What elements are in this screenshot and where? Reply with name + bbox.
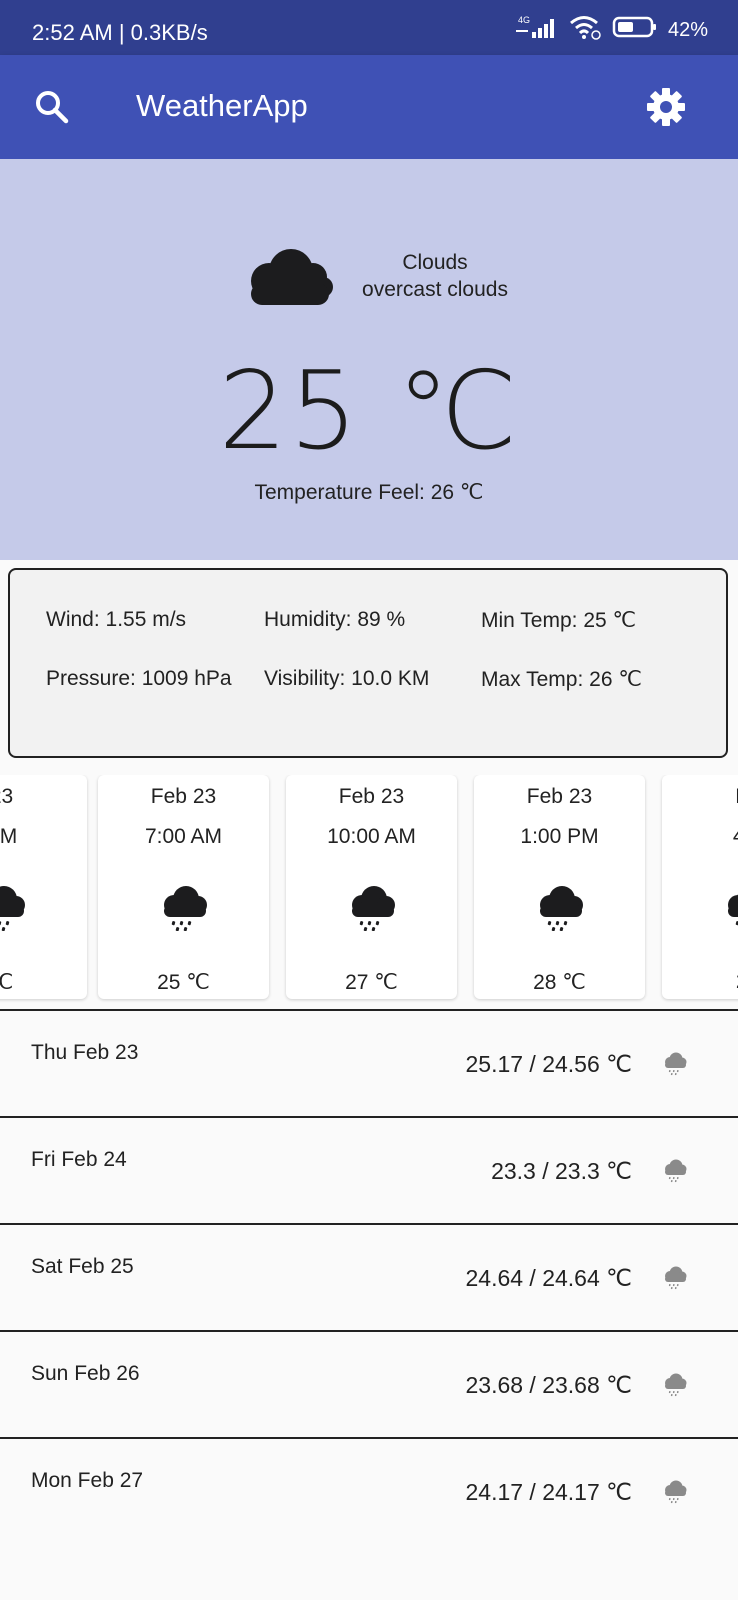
hourly-time: AM xyxy=(0,825,18,848)
hourly-temp: 27 ℃ xyxy=(345,971,398,994)
rain-cloud-icon xyxy=(662,1371,688,1397)
search-icon[interactable] xyxy=(34,89,70,125)
humidity-value: Humidity: 89 % xyxy=(264,608,406,631)
wind-value: Wind: 1.55 m/s xyxy=(46,608,187,631)
rain-cloud-icon xyxy=(346,883,398,932)
weather-summary: Clouds overcast clouds xyxy=(330,249,540,303)
hourly-card[interactable]: Feb 23 7:00 AM 25 ℃ xyxy=(98,775,269,999)
hourly-temp: 28 ℃ xyxy=(533,971,586,994)
daily-temp-range: 23.3 / 23.3 ℃ xyxy=(491,1158,632,1184)
weather-description: overcast clouds xyxy=(362,278,508,301)
daily-forecast-row[interactable]: Mon Feb 27 24.17 / 24.17 ℃ xyxy=(0,1437,738,1543)
app-title: WeatherApp xyxy=(136,88,308,123)
visibility-value: Visibility: 10.0 KM xyxy=(264,667,430,690)
hourly-card[interactable]: 23 AM ℃ xyxy=(0,775,87,999)
rain-cloud-icon xyxy=(662,1157,688,1183)
rain-cloud-icon xyxy=(158,883,210,932)
daily-day: Thu Feb 23 xyxy=(31,1041,139,1064)
min-temp-value: Min Temp: 25 ℃ xyxy=(481,609,637,632)
settings-icon[interactable] xyxy=(646,87,686,127)
status-bar: 2:52 AM | 0.3KB/s 4G 42% xyxy=(0,0,738,55)
battery-icon xyxy=(612,15,658,45)
rain-cloud-icon xyxy=(534,883,586,932)
daily-temp-range: 24.64 / 24.64 ℃ xyxy=(465,1265,632,1291)
hourly-date: Feb 23 xyxy=(338,785,405,808)
rain-cloud-icon xyxy=(722,883,738,931)
hourly-time: 7:00 AM xyxy=(144,825,223,848)
hourly-card[interactable]: Feb 23 10:00 AM 27 ℃ xyxy=(286,775,457,999)
hourly-date: 23 xyxy=(0,785,14,808)
weather-details-card: Wind: 1.55 m/s Humidity: 89 % Min Temp: … xyxy=(8,568,728,758)
wifi-icon xyxy=(568,14,602,46)
hourly-card[interactable]: Fe 4:0 28 xyxy=(662,775,738,999)
hourly-date: Feb 23 xyxy=(526,785,593,808)
status-time: 2:52 AM | 0.3KB/s xyxy=(32,20,208,45)
hourly-temp: 25 ℃ xyxy=(157,971,210,994)
daily-temp-range: 23.68 / 23.68 ℃ xyxy=(465,1372,632,1398)
daily-day: Sun Feb 26 xyxy=(31,1362,140,1385)
signal-icon: 4G xyxy=(512,14,558,46)
daily-forecast-row[interactable]: Sat Feb 25 24.64 / 24.64 ℃ xyxy=(0,1223,738,1329)
weather-main: Clouds xyxy=(402,251,468,274)
hourly-time: 10:00 AM xyxy=(327,825,416,848)
hourly-time: 1:00 PM xyxy=(520,825,599,848)
network-label: 4G xyxy=(518,15,530,25)
hourly-card[interactable]: Feb 23 1:00 PM 28 ℃ xyxy=(474,775,645,999)
hourly-temp: 28 xyxy=(662,970,738,994)
hourly-forecast-list[interactable]: 23 AM ℃ Feb 23 7:00 AM 25 ℃ Feb 23 10:00… xyxy=(0,775,738,1003)
hourly-date: Feb 23 xyxy=(150,785,217,808)
rain-cloud-icon xyxy=(0,883,28,932)
daily-temp-range: 24.17 / 24.17 ℃ xyxy=(465,1479,632,1505)
rain-cloud-icon xyxy=(662,1478,688,1504)
rain-cloud-icon xyxy=(662,1050,688,1076)
rain-cloud-icon xyxy=(662,1264,688,1290)
daily-forecast-row[interactable]: Sun Feb 26 23.68 / 23.68 ℃ xyxy=(0,1330,738,1436)
daily-day: Mon Feb 27 xyxy=(31,1469,144,1492)
current-temperature: 25 ℃ xyxy=(218,349,520,474)
hourly-time: 4:0 xyxy=(662,825,738,849)
app-bar: WeatherApp xyxy=(0,55,738,159)
daily-day: Sat Feb 25 xyxy=(31,1255,134,1278)
pressure-value: Pressure: 1009 hPa xyxy=(46,667,232,690)
daily-temp-range: 25.17 / 24.56 ℃ xyxy=(465,1051,632,1077)
hourly-date: Fe xyxy=(662,785,738,809)
cloud-icon xyxy=(243,247,337,307)
battery-percent: 42% xyxy=(667,18,708,41)
temperature-feel: Temperature Feel: 26 ℃ xyxy=(254,481,484,504)
daily-forecast-row[interactable]: Thu Feb 23 25.17 / 24.56 ℃ xyxy=(0,1009,738,1115)
daily-forecast-row[interactable]: Fri Feb 24 23.3 / 23.3 ℃ xyxy=(0,1116,738,1222)
status-icons: 4G 42% xyxy=(512,14,708,46)
hourly-temp: ℃ xyxy=(0,971,14,994)
daily-day: Fri Feb 24 xyxy=(31,1148,127,1171)
current-weather-panel: Clouds overcast clouds 25 ℃ Temperature … xyxy=(0,159,738,560)
max-temp-value: Max Temp: 26 ℃ xyxy=(481,668,642,691)
